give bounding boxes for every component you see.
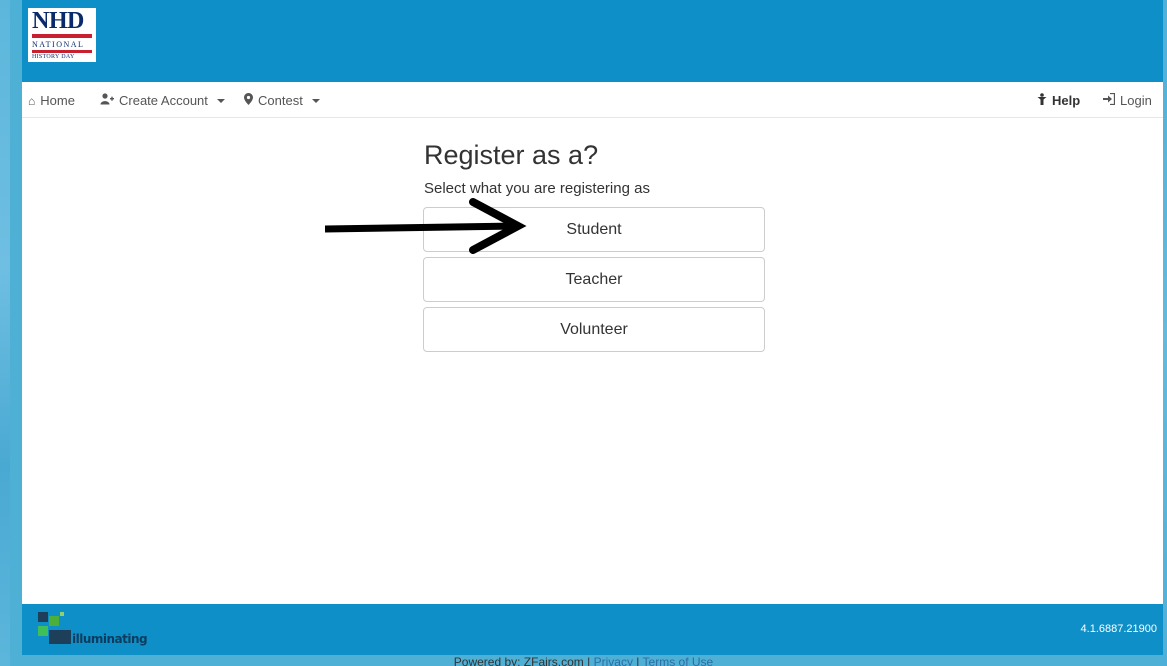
nav-create-account-label: Create Account [119,93,208,108]
nav-home-label: Home [40,93,75,108]
site-header: NHD NATIONAL HISTORY DAY [22,0,1163,82]
background-left-edge [0,0,10,666]
nav-login-label: Login [1120,93,1152,108]
privacy-link[interactable]: Privacy [594,655,633,666]
logo-red-bar-2 [32,50,92,53]
nav-contest[interactable]: Contest [244,93,320,108]
version-label: 4.1.6887.21900 [1080,623,1157,635]
page-subtitle: Select what you are registering as [424,180,650,197]
nav-login[interactable]: Login [1103,92,1152,108]
logo-main-text: NHD [32,8,84,34]
nav-help-label: Help [1052,93,1081,108]
illuminating-logo-text: illuminating [72,632,148,646]
pointer-arrow-icon [325,198,527,254]
volunteer-button[interactable]: Volunteer [423,307,765,352]
app-window: NHD NATIONAL HISTORY DAY ⌂ Home Create A… [22,0,1163,655]
nav-create-account[interactable]: Create Account [100,93,225,108]
powered-by-bar: Powered by: ZFairs.com | Privacy | Terms… [0,655,1167,666]
map-marker-icon [244,93,253,108]
site-footer: illuminating 4.1.6887.21900 [22,604,1163,655]
nhd-logo[interactable]: NHD NATIONAL HISTORY DAY [28,8,96,62]
illuminating-logo[interactable]: illuminating [38,612,148,648]
home-icon: ⌂ [28,93,36,108]
nav-home[interactable]: ⌂ Home [28,93,75,108]
logo-line-2: HISTORY DAY [32,54,75,60]
logo-line-1: NATIONAL [32,40,85,49]
powered-by-text: Powered by: ZFairs.com | [453,655,591,666]
teacher-button[interactable]: Teacher [423,257,765,302]
link-separator: | [636,655,640,666]
terms-of-use-link[interactable]: Terms of Use [643,655,714,666]
add-user-icon [100,93,114,108]
chevron-down-icon [311,98,320,103]
sign-in-icon [1103,92,1116,108]
chevron-down-icon [216,98,225,103]
help-person-icon [1037,93,1047,108]
logo-red-bar [32,34,92,38]
page-title: Register as a? [424,140,599,170]
top-navbar: ⌂ Home Create Account Contest Help Login [22,82,1163,118]
nav-contest-label: Contest [258,93,303,108]
nav-help[interactable]: Help [1037,93,1080,108]
